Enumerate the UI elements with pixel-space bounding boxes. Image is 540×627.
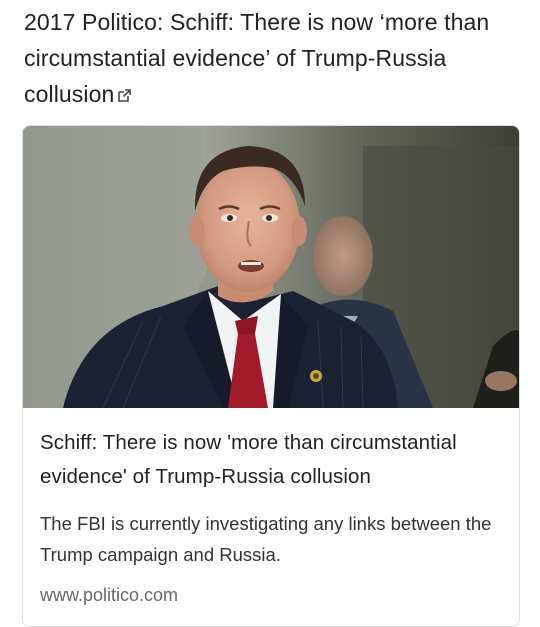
card-description: The FBI is currently investigating any l… (40, 513, 492, 565)
post-title-text: 2017 Politico: Schiff: There is now ‘mor… (24, 9, 490, 107)
post-title-link[interactable]: 2017 Politico: Schiff: There is now ‘mor… (24, 4, 520, 112)
external-link-icon (117, 77, 132, 102)
card-body: Schiff: There is now 'more than circumst… (40, 426, 505, 608)
link-preview-card[interactable]: Schiff: There is now 'more than circumst… (22, 125, 520, 627)
card-domain: www.politico.com (40, 585, 179, 605)
card-headline[interactable]: Schiff: There is now 'more than circumst… (40, 426, 505, 494)
article-photo (23, 126, 519, 408)
